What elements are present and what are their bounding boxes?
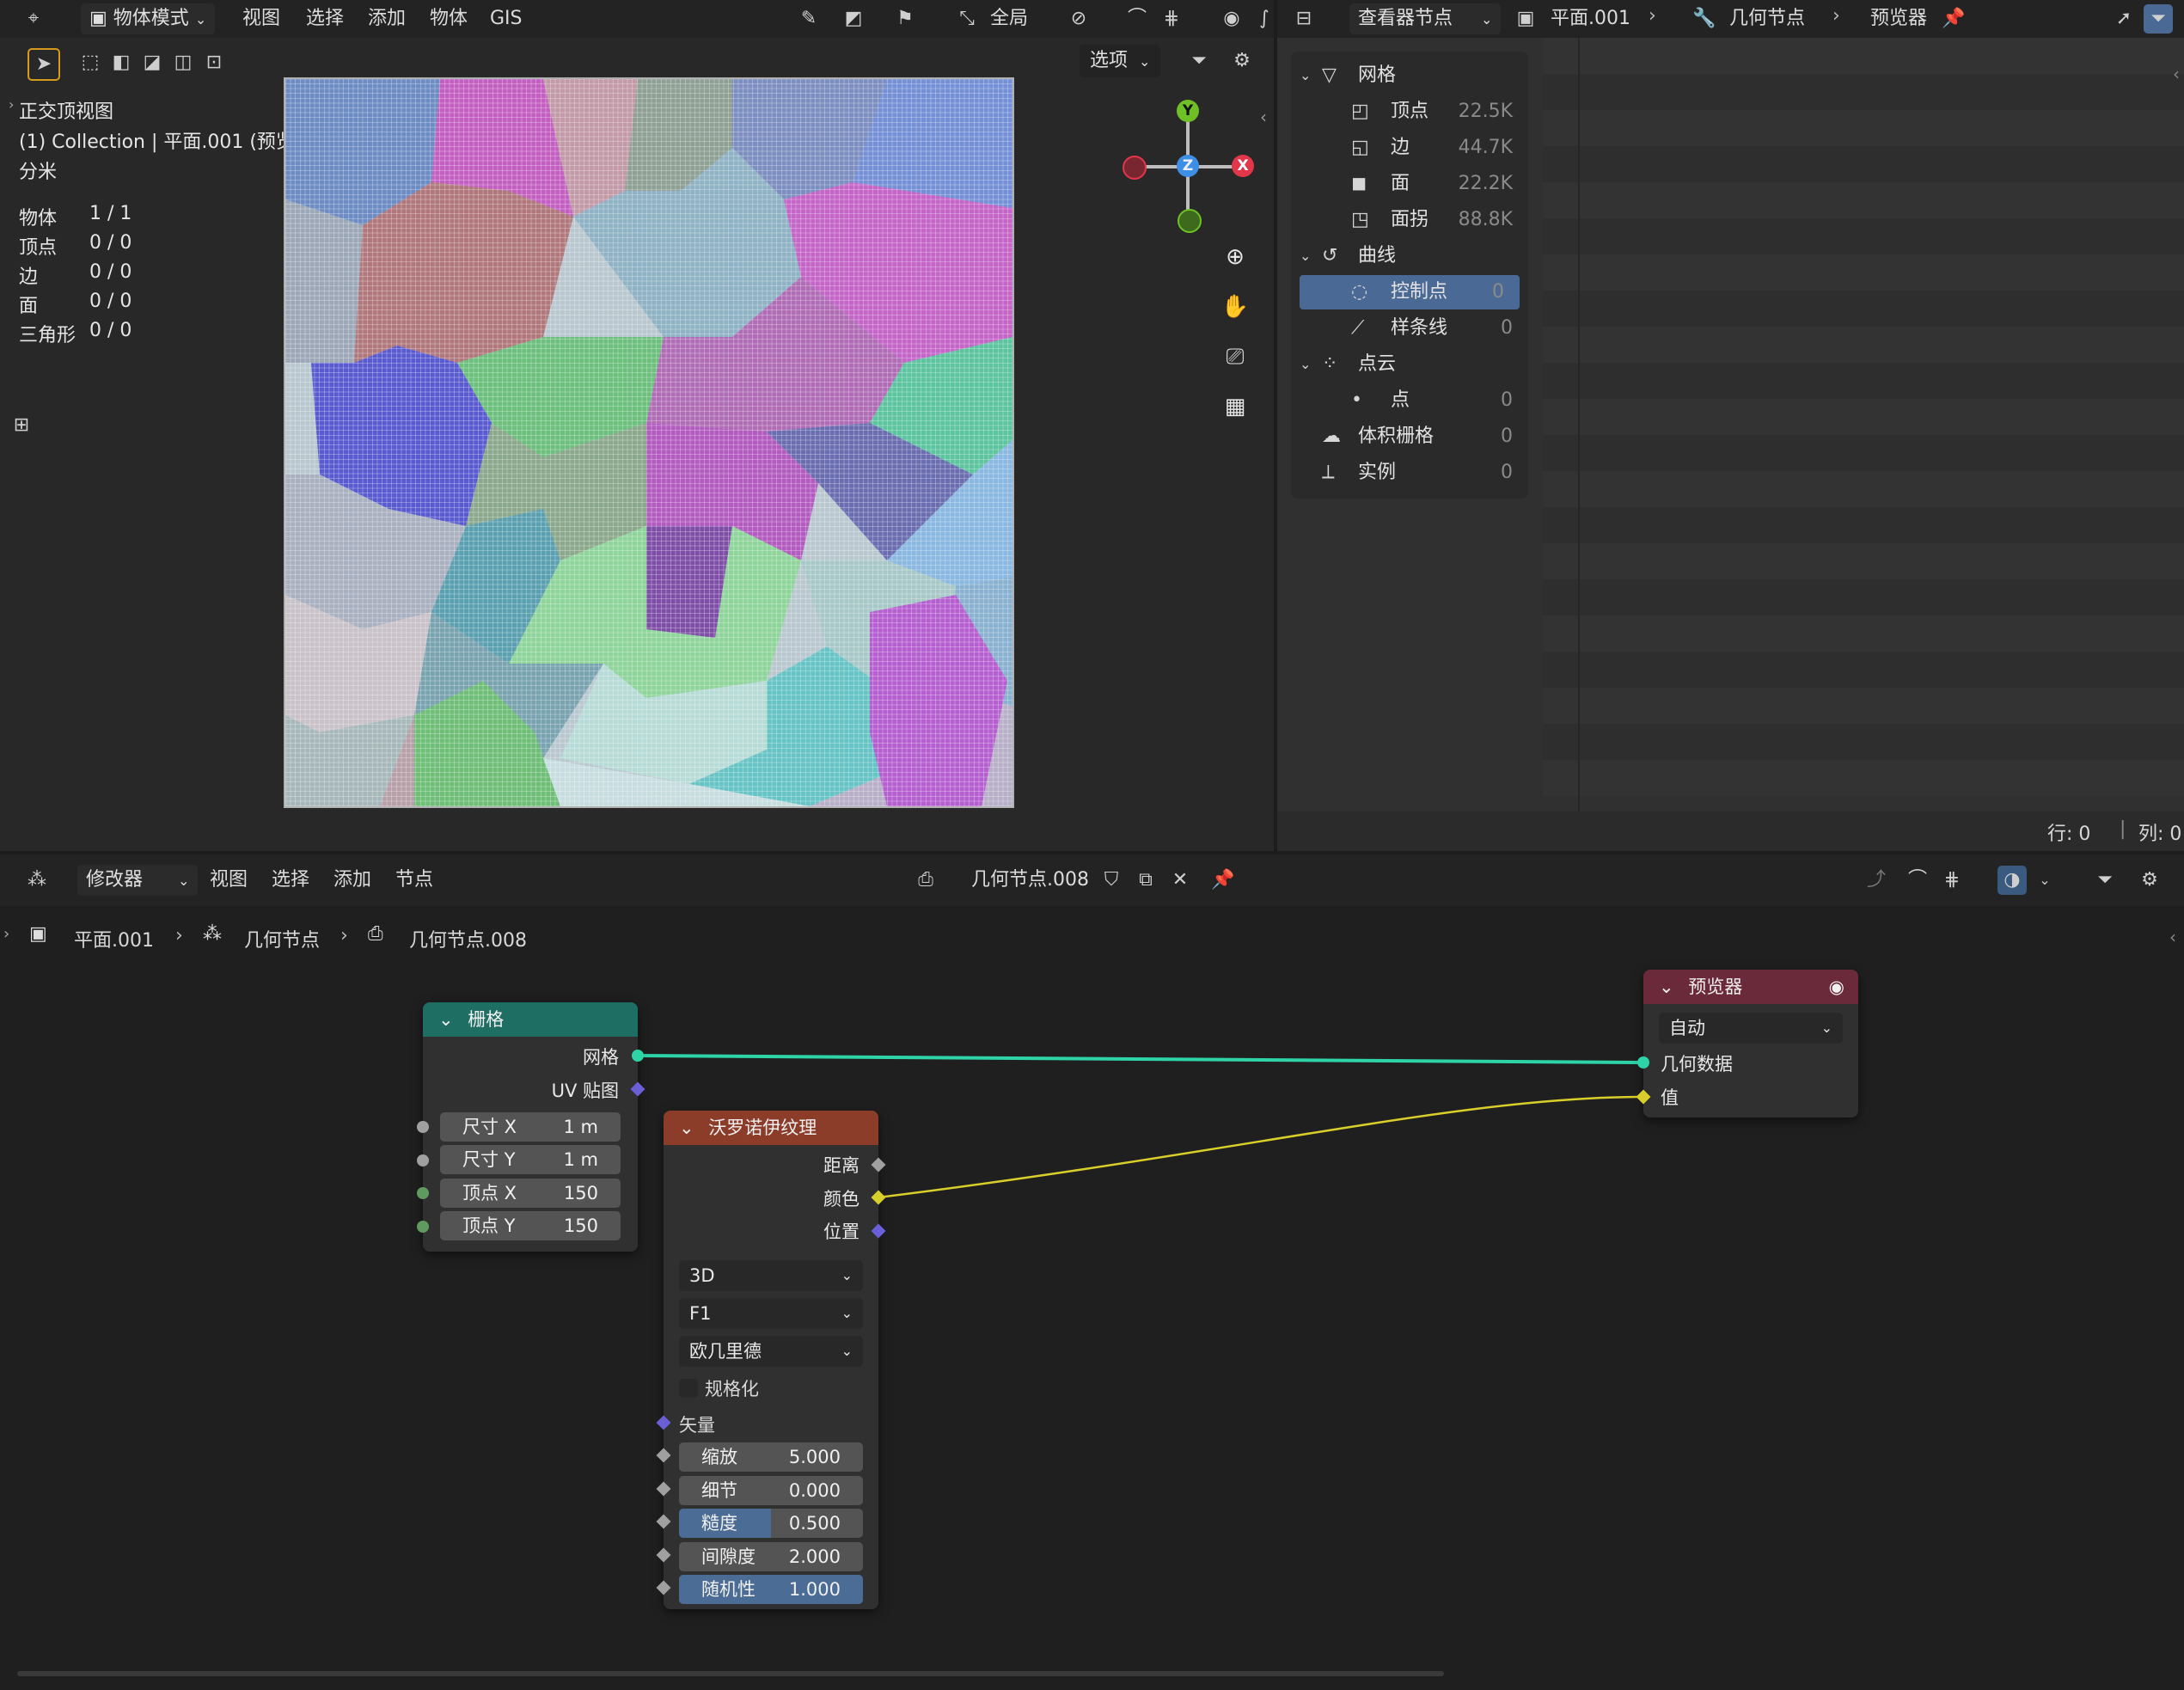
grid-mesh-output-socket[interactable] — [632, 1050, 644, 1062]
chevron-down-icon: ⌄ — [841, 1343, 853, 1359]
vertices-x-value: 150 — [563, 1183, 598, 1203]
output-mesh-label: 网格 — [583, 1047, 619, 1068]
voronoi-texture-node[interactable]: ⌄ 沃罗诺伊纹理 距离 颜色 位置 3D ⌄ F1 ⌄ 欧几里德 ⌄ 规格化 矢… — [664, 1111, 878, 1609]
size-y-label: 尺寸 Y — [462, 1149, 516, 1170]
detail-value: 0.000 — [788, 1480, 841, 1501]
voronoi-node-header[interactable]: ⌄ 沃罗诺伊纹理 — [664, 1111, 878, 1145]
vertices-y-socket[interactable] — [417, 1221, 429, 1233]
lacunarity-label: 间隙度 — [701, 1546, 756, 1567]
feature-value: F1 — [689, 1303, 712, 1324]
grid-node[interactable]: ⌄ 栅格 网格 UV 贴图 尺寸 X 1 m 尺寸 Y 1 m 顶点 X 150… — [423, 1002, 638, 1252]
link-color-to-value[interactable] — [878, 1095, 1644, 1199]
vertices-x-socket[interactable] — [417, 1187, 429, 1199]
input-value-label: 值 — [1661, 1087, 1679, 1108]
chevron-down-icon[interactable]: ⌄ — [679, 1117, 694, 1138]
horizontal-scrollbar[interactable] — [17, 1671, 1444, 1676]
output-color-label: 颜色 — [823, 1189, 860, 1209]
link-mesh-to-geometry[interactable] — [637, 1054, 1644, 1064]
size-x-field[interactable]: 尺寸 X 1 m — [440, 1112, 621, 1142]
viewer-domain-dropdown[interactable]: 自动 ⌄ — [1659, 1013, 1843, 1044]
chevron-down-icon: ⌄ — [1820, 1020, 1832, 1036]
scale-value: 5.000 — [788, 1447, 841, 1467]
feature-dropdown[interactable]: F1 ⌄ — [679, 1298, 863, 1329]
chevron-down-icon[interactable]: ⌄ — [438, 1009, 454, 1030]
dimensions-dropdown[interactable]: 3D ⌄ — [679, 1260, 863, 1291]
vertices-x-field[interactable]: 顶点 X 150 — [440, 1179, 621, 1208]
lacunarity-value: 2.000 — [788, 1546, 841, 1567]
viewer-geometry-socket[interactable] — [1637, 1056, 1649, 1068]
detail-field[interactable]: 细节 0.000 — [679, 1476, 863, 1505]
viewer-node-header[interactable]: ⌄ 预览器 ◉ — [1643, 970, 1858, 1004]
randomness-label: 随机性 — [701, 1579, 756, 1600]
roughness-label: 糙度 — [701, 1513, 737, 1534]
viewer-domain-value: 自动 — [1669, 1018, 1705, 1038]
chevron-down-icon: ⌄ — [841, 1267, 853, 1283]
randomness-value: 1.000 — [788, 1579, 841, 1600]
distance-metric-value: 欧几里德 — [689, 1341, 762, 1362]
lacunarity-field[interactable]: 间隙度 2.000 — [679, 1542, 863, 1571]
scale-label: 缩放 — [701, 1447, 737, 1467]
size-x-label: 尺寸 X — [462, 1117, 517, 1137]
scale-field[interactable]: 缩放 5.000 — [679, 1442, 863, 1472]
vector-label: 矢量 — [679, 1415, 715, 1436]
detail-label: 细节 — [701, 1480, 737, 1501]
vertices-y-value: 150 — [563, 1215, 598, 1236]
dimensions-value: 3D — [689, 1265, 715, 1286]
output-distance-label: 距离 — [823, 1155, 860, 1176]
vertices-y-label: 顶点 Y — [462, 1215, 516, 1236]
output-uv-label: UV 贴图 — [551, 1081, 619, 1101]
input-geometry-label: 几何数据 — [1661, 1054, 1733, 1075]
vertices-x-label: 顶点 X — [462, 1183, 517, 1203]
grid-node-header[interactable]: ⌄ 栅格 — [423, 1002, 638, 1037]
eye-icon[interactable]: ◉ — [1829, 970, 1844, 1004]
distance-metric-dropdown[interactable]: 欧几里德 ⌄ — [679, 1336, 863, 1367]
normalize-label: 规格化 — [705, 1379, 759, 1399]
viewer-node-title: 预览器 — [1688, 977, 1743, 997]
size-y-value: 1 m — [563, 1149, 599, 1170]
roughness-field[interactable]: 糙度 0.500 — [679, 1509, 863, 1538]
viewer-node[interactable]: ⌄ 预览器 ◉ 自动 ⌄ 几何数据 值 — [1643, 970, 1858, 1117]
roughness-value: 0.500 — [788, 1513, 841, 1534]
voronoi-node-title: 沃罗诺伊纹理 — [708, 1117, 817, 1138]
node-links — [637, 1054, 1644, 1199]
chevron-down-icon[interactable]: ⌄ — [1659, 977, 1674, 997]
size-x-socket[interactable] — [417, 1121, 429, 1133]
grid-node-title: 栅格 — [468, 1009, 505, 1030]
size-x-value: 1 m — [563, 1117, 599, 1137]
output-position-label: 位置 — [823, 1222, 860, 1242]
vertices-y-field[interactable]: 顶点 Y 150 — [440, 1211, 621, 1240]
normalize-checkbox[interactable] — [679, 1379, 698, 1398]
chevron-down-icon: ⌄ — [841, 1305, 853, 1321]
randomness-field[interactable]: 随机性 1.000 — [679, 1575, 863, 1604]
size-y-socket[interactable] — [417, 1154, 429, 1166]
size-y-field[interactable]: 尺寸 Y 1 m — [440, 1145, 621, 1174]
